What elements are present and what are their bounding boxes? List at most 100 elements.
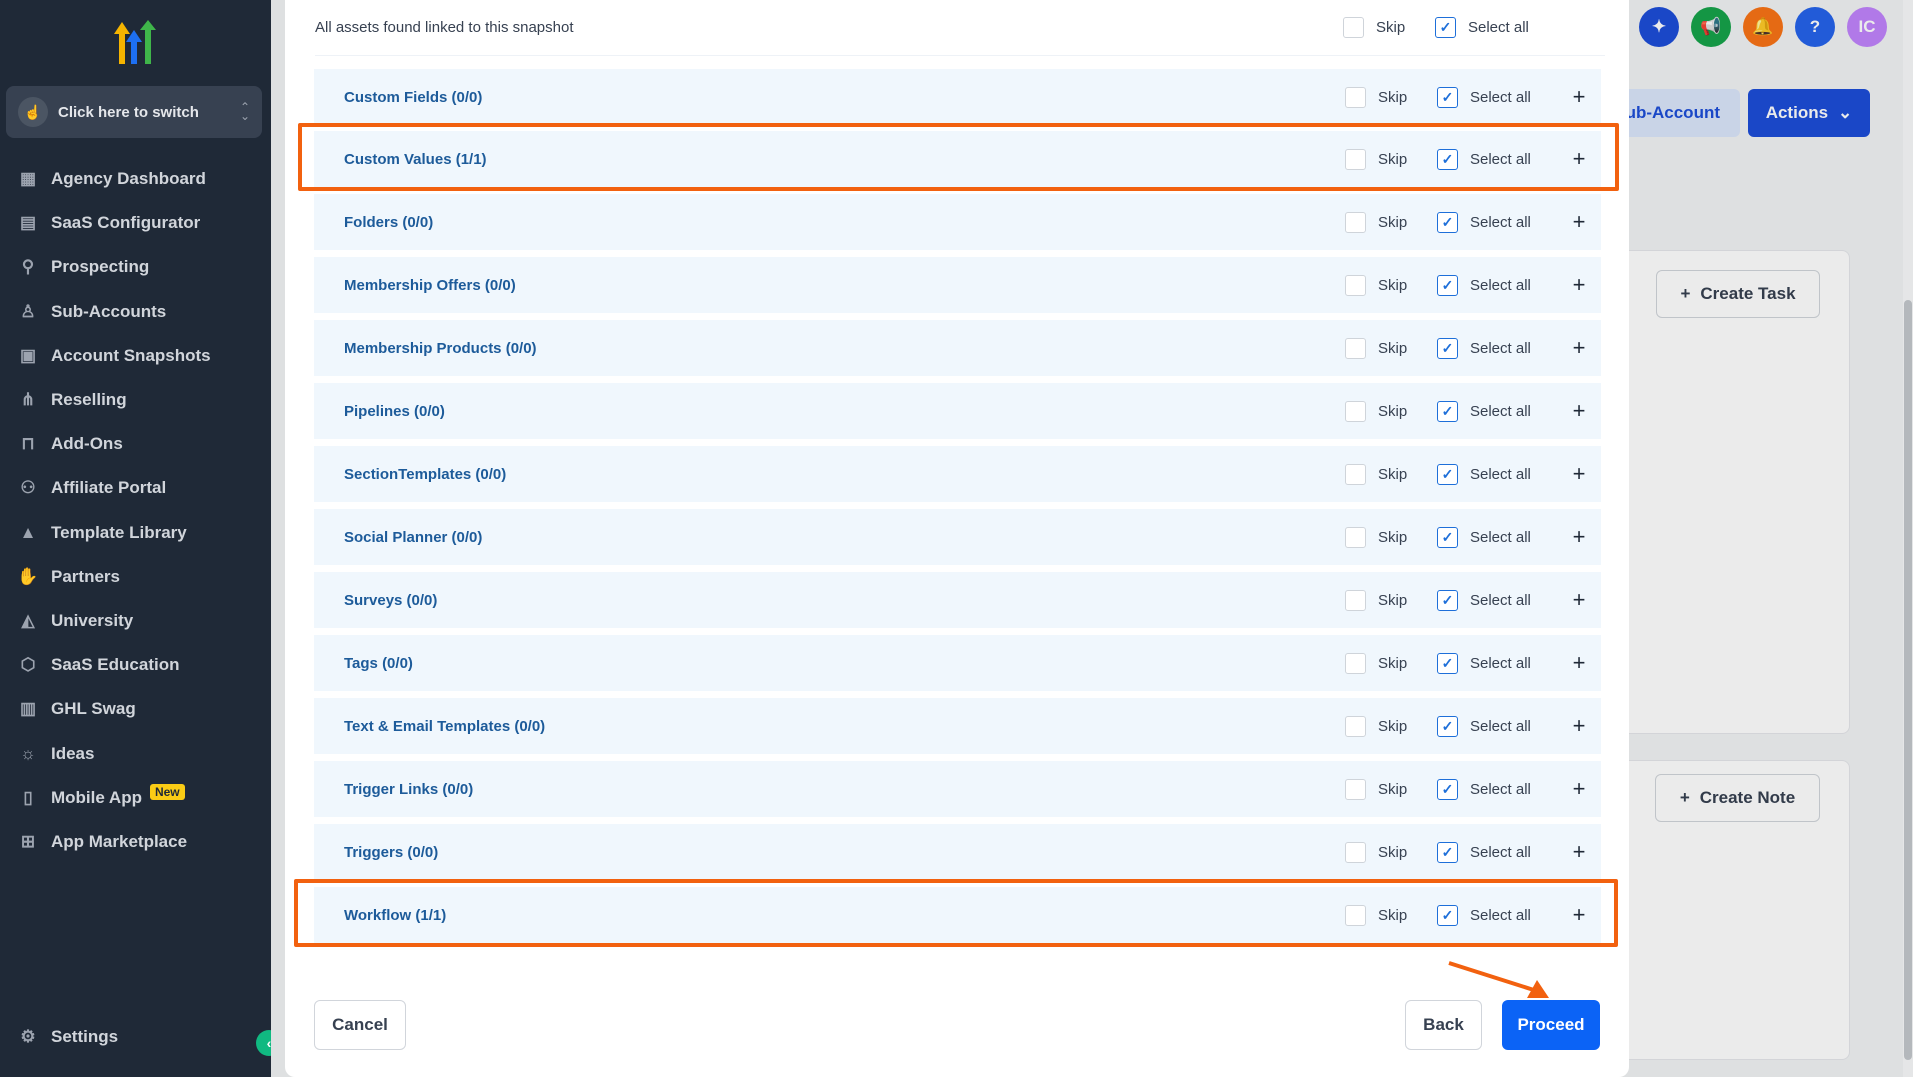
- expand-plus-icon[interactable]: +: [1557, 713, 1601, 739]
- sidebar-item-template-library[interactable]: ▲ Template Library: [0, 511, 271, 555]
- select-all-option[interactable]: ✓ Select all: [1437, 400, 1557, 422]
- cancel-button[interactable]: Cancel: [314, 1000, 406, 1050]
- select-all-option[interactable]: ✓ Select all: [1437, 148, 1557, 170]
- skip-option[interactable]: Skip: [1345, 778, 1437, 800]
- select-all-option[interactable]: ✓ Select all: [1437, 526, 1557, 548]
- asset-row-label[interactable]: Membership Products (0/0): [344, 340, 1345, 357]
- skip-checkbox[interactable]: [1345, 904, 1366, 926]
- asset-row-label[interactable]: SectionTemplates (0/0): [344, 466, 1345, 483]
- asset-row-label[interactable]: Tags (0/0): [344, 655, 1345, 672]
- select-all-option[interactable]: ✓ Select all: [1437, 715, 1557, 737]
- expand-plus-icon[interactable]: +: [1557, 461, 1601, 487]
- select-all-checkbox[interactable]: ✓: [1437, 463, 1458, 485]
- skip-checkbox[interactable]: [1345, 841, 1366, 863]
- skip-option[interactable]: Skip: [1345, 337, 1437, 359]
- asset-row-label[interactable]: Surveys (0/0): [344, 592, 1345, 609]
- sidebar-item-app-marketplace[interactable]: ⊞ App Marketplace: [0, 820, 271, 864]
- expand-plus-icon[interactable]: +: [1557, 146, 1601, 172]
- select-all-checkbox[interactable]: ✓: [1437, 86, 1458, 108]
- select-all-option[interactable]: ✓ Select all: [1437, 463, 1557, 485]
- skip-option[interactable]: Skip: [1345, 715, 1437, 737]
- select-all-option[interactable]: ✓ Select all: [1437, 841, 1557, 863]
- expand-plus-icon[interactable]: +: [1557, 587, 1601, 613]
- asset-row-label[interactable]: Custom Values (1/1): [344, 151, 1345, 168]
- select-all-checkbox[interactable]: ✓: [1437, 652, 1458, 674]
- skip-checkbox[interactable]: [1345, 148, 1366, 170]
- select-all-checkbox[interactable]: ✓: [1437, 148, 1458, 170]
- sidebar-item-settings[interactable]: ⚙ Settings: [17, 1026, 118, 1048]
- skip-checkbox[interactable]: [1345, 86, 1366, 108]
- skip-checkbox[interactable]: [1345, 463, 1366, 485]
- select-all-option[interactable]: ✓ Select all: [1437, 904, 1557, 926]
- sidebar-item-saas-education[interactable]: ⬡ SaaS Education: [0, 643, 271, 687]
- skip-option[interactable]: Skip: [1345, 589, 1437, 611]
- expand-plus-icon[interactable]: +: [1557, 335, 1601, 361]
- asset-row-label[interactable]: Pipelines (0/0): [344, 403, 1345, 420]
- select-all-checkbox[interactable]: ✓: [1435, 17, 1456, 38]
- expand-plus-icon[interactable]: +: [1557, 272, 1601, 298]
- expand-plus-icon[interactable]: +: [1557, 84, 1601, 110]
- skip-checkbox[interactable]: [1345, 337, 1366, 359]
- skip-checkbox[interactable]: [1345, 400, 1366, 422]
- sidebar-item-agency-dashboard[interactable]: ▦ Agency Dashboard: [0, 157, 271, 201]
- select-all-checkbox[interactable]: ✓: [1437, 526, 1458, 548]
- skip-option[interactable]: Skip: [1345, 463, 1437, 485]
- expand-plus-icon[interactable]: +: [1557, 776, 1601, 802]
- select-all-option[interactable]: ✓ Select all: [1437, 274, 1557, 296]
- sidebar-item-reselling[interactable]: ⋔ Reselling: [0, 378, 271, 422]
- asset-row-label[interactable]: Custom Fields (0/0): [344, 89, 1345, 106]
- sidebar-item-affiliate-portal[interactable]: ⚇ Affiliate Portal: [0, 466, 271, 510]
- select-all-option[interactable]: ✓ Select all: [1435, 17, 1605, 38]
- skip-option[interactable]: Skip: [1345, 86, 1437, 108]
- sidebar-item-prospecting[interactable]: ⚲ Prospecting: [0, 245, 271, 289]
- skip-option[interactable]: Skip: [1345, 652, 1437, 674]
- select-all-option[interactable]: ✓ Select all: [1437, 589, 1557, 611]
- skip-checkbox[interactable]: [1345, 652, 1366, 674]
- skip-option[interactable]: Skip: [1345, 841, 1437, 863]
- select-all-option[interactable]: ✓ Select all: [1437, 778, 1557, 800]
- select-all-checkbox[interactable]: ✓: [1437, 274, 1458, 296]
- expand-plus-icon[interactable]: +: [1557, 398, 1601, 424]
- sidebar-item-partners[interactable]: ✋ Partners: [0, 555, 271, 599]
- select-all-checkbox[interactable]: ✓: [1437, 715, 1458, 737]
- sidebar-item-ideas[interactable]: ☼ Ideas: [0, 731, 271, 775]
- asset-row-label[interactable]: Social Planner (0/0): [344, 529, 1345, 546]
- sidebar-item-saas-configurator[interactable]: ▤ SaaS Configurator: [0, 201, 271, 245]
- select-all-checkbox[interactable]: ✓: [1437, 211, 1458, 233]
- expand-plus-icon[interactable]: +: [1557, 650, 1601, 676]
- sidebar-item-mobile-app[interactable]: ▯ Mobile App New: [0, 776, 271, 820]
- sidebar-item-add-ons[interactable]: ⊓ Add-Ons: [0, 422, 271, 466]
- asset-row-label[interactable]: Membership Offers (0/0): [344, 277, 1345, 294]
- select-all-checkbox[interactable]: ✓: [1437, 589, 1458, 611]
- asset-row-label[interactable]: Folders (0/0): [344, 214, 1345, 231]
- expand-plus-icon[interactable]: +: [1557, 524, 1601, 550]
- account-switcher[interactable]: ☝ Click here to switch ⌃ ⌄: [6, 86, 262, 138]
- select-all-checkbox[interactable]: ✓: [1437, 400, 1458, 422]
- skip-option[interactable]: Skip: [1345, 400, 1437, 422]
- expand-plus-icon[interactable]: +: [1557, 839, 1601, 865]
- select-all-checkbox[interactable]: ✓: [1437, 841, 1458, 863]
- select-all-option[interactable]: ✓ Select all: [1437, 211, 1557, 233]
- sidebar-item-sub-accounts[interactable]: ♙ Sub-Accounts: [0, 290, 271, 334]
- skip-option[interactable]: Skip: [1345, 526, 1437, 548]
- skip-checkbox[interactable]: [1345, 715, 1366, 737]
- back-button[interactable]: Back: [1405, 1000, 1482, 1050]
- sidebar-item-university[interactable]: ◭ University: [0, 599, 271, 643]
- skip-option[interactable]: Skip: [1345, 148, 1437, 170]
- skip-option[interactable]: Skip: [1345, 274, 1437, 296]
- skip-checkbox[interactable]: [1345, 526, 1366, 548]
- expand-plus-icon[interactable]: +: [1557, 209, 1601, 235]
- expand-plus-icon[interactable]: +: [1557, 902, 1601, 928]
- skip-checkbox[interactable]: [1345, 211, 1366, 233]
- select-all-option[interactable]: ✓ Select all: [1437, 652, 1557, 674]
- select-all-checkbox[interactable]: ✓: [1437, 337, 1458, 359]
- skip-checkbox[interactable]: [1343, 17, 1364, 38]
- skip-all-option[interactable]: Skip: [1343, 17, 1435, 38]
- asset-row-label[interactable]: Workflow (1/1): [344, 907, 1345, 924]
- select-all-checkbox[interactable]: ✓: [1437, 904, 1458, 926]
- skip-checkbox[interactable]: [1345, 274, 1366, 296]
- skip-checkbox[interactable]: [1345, 778, 1366, 800]
- skip-checkbox[interactable]: [1345, 589, 1366, 611]
- asset-row-label[interactable]: Triggers (0/0): [344, 844, 1345, 861]
- skip-option[interactable]: Skip: [1345, 211, 1437, 233]
